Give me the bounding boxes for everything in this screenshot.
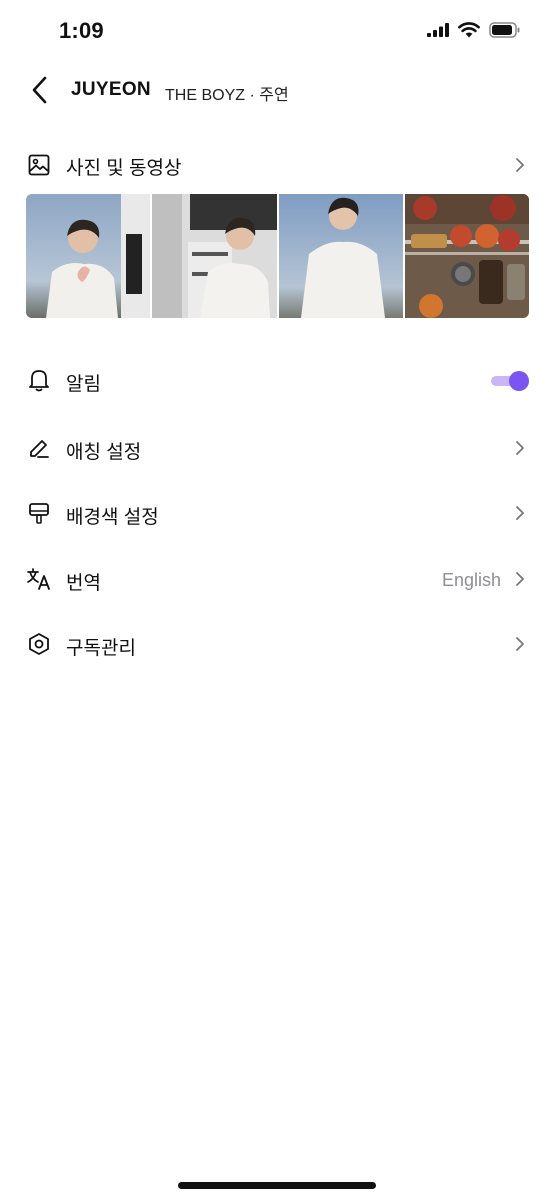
pencil-icon [26, 435, 52, 461]
media-grid [26, 194, 529, 318]
nickname-settings-row[interactable]: 애칭 설정 [0, 420, 555, 476]
media-thumbnail-2[interactable] [152, 194, 277, 318]
translation-settings-row[interactable]: 번역 English [0, 551, 555, 607]
status-bar: 1:09 [0, 0, 555, 62]
chevron-right-icon [513, 503, 527, 523]
media-thumbnail-3[interactable] [278, 194, 403, 318]
home-indicator[interactable] [178, 1182, 376, 1189]
bell-icon [26, 367, 52, 393]
wifi-icon [458, 22, 480, 38]
notifications-row: 알림 [0, 352, 555, 408]
background-color-settings-label: 배경색 설정 [66, 507, 159, 528]
background-color-settings-row[interactable]: 배경색 설정 [0, 485, 555, 541]
media-thumbnail-4[interactable] [404, 194, 529, 318]
battery-icon [489, 22, 520, 38]
media-thumbnail-1[interactable] [26, 194, 151, 318]
nickname-settings-label: 애칭 설정 [66, 442, 142, 463]
chevron-right-icon [513, 569, 527, 589]
media-section-header[interactable]: 사진 및 동영상 [0, 140, 555, 190]
chevron-left-icon [32, 76, 47, 104]
media-section-label: 사진 및 동영상 [66, 158, 182, 179]
translate-icon [26, 566, 52, 592]
notifications-toggle[interactable] [489, 370, 529, 392]
chevron-right-icon [513, 634, 527, 654]
subscription-settings-row[interactable]: 구독관리 [0, 616, 555, 672]
paint-roller-icon [26, 500, 52, 526]
translation-settings-label: 번역 [66, 573, 101, 594]
hexagon-settings-icon [26, 631, 52, 657]
status-icons [427, 22, 521, 38]
translation-language-value: English [441, 570, 501, 590]
subscription-settings-label: 구독관리 [66, 638, 136, 659]
chevron-right-icon [513, 438, 527, 458]
signal-icon [427, 23, 449, 37]
page-title: JUYEON [71, 79, 151, 100]
notifications-label: 알림 [66, 374, 101, 395]
nav-bar: JUYEON THE BOYZ · 주연 [0, 62, 555, 118]
page-subtitle: THE BOYZ · 주연 [165, 87, 289, 104]
image-icon [26, 152, 52, 178]
toggle-knob [509, 371, 529, 391]
back-button[interactable] [22, 72, 58, 108]
chevron-right-icon [513, 155, 527, 175]
status-time: 1:09 [59, 18, 104, 43]
